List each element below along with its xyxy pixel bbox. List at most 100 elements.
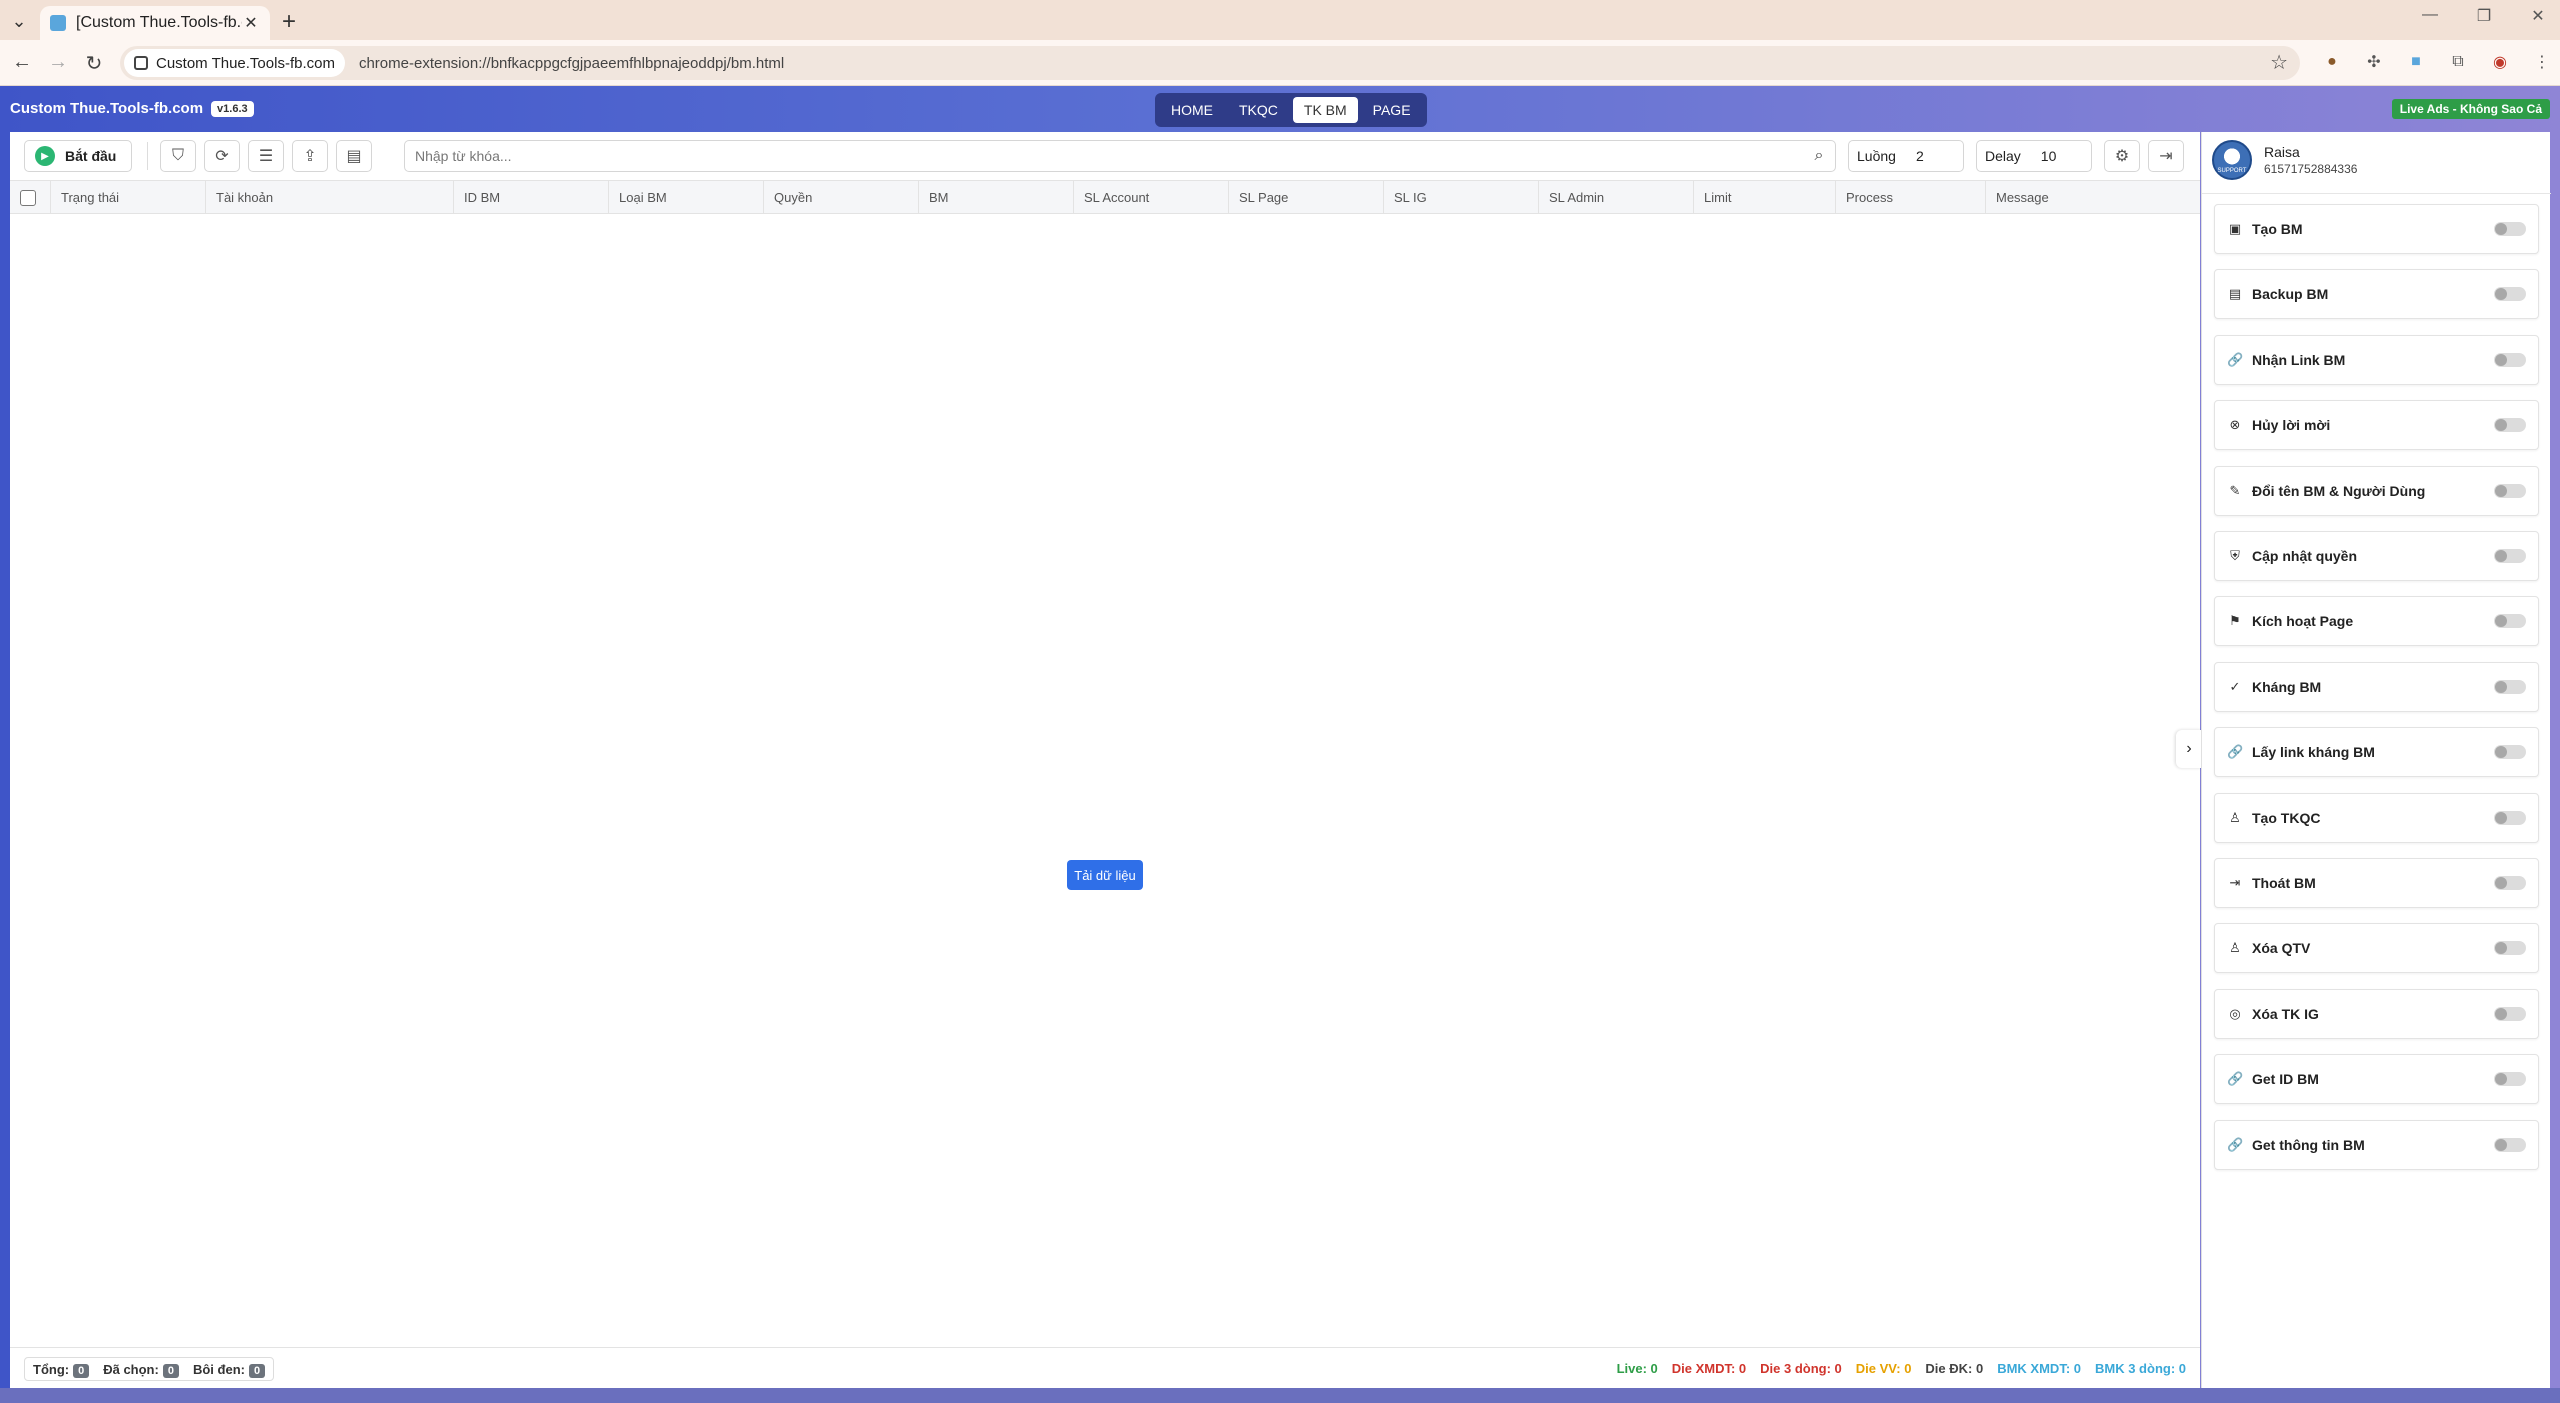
omnibox[interactable]: Custom Thue.Tools-fb.com chrome-extensio… (120, 46, 2300, 80)
feature-label: Lấy link kháng BM (2252, 744, 2375, 761)
feature-toggle[interactable] (2494, 876, 2526, 890)
link-icon: 🔗 (2227, 1136, 2244, 1152)
bookmark-star-icon[interactable]: ☆ (2270, 50, 2288, 75)
app-extension-icon[interactable]: ■ (2406, 52, 2426, 72)
nav-tab-tk-bm[interactable]: TK BM (1292, 97, 1358, 123)
threads-value[interactable]: 2 (1916, 148, 1924, 164)
feature-item[interactable]: ♙ Xóa QTV (2214, 923, 2539, 974)
feature-item[interactable]: ⚑ Kích hoạt Page (2214, 596, 2539, 647)
feature-toggle[interactable] (2494, 679, 2526, 694)
feature-item[interactable]: ▣ Tạo BM (2214, 204, 2539, 254)
feature-item[interactable]: ⇥ Thoát BM (2214, 858, 2539, 908)
select-all-checkbox[interactable] (20, 190, 36, 206)
browser-tab[interactable]: [Custom Thue.Tools-fb.com] Q ✕ (40, 6, 270, 40)
browser-menu-icon[interactable]: ⋮ (2532, 52, 2552, 72)
profile-icon[interactable]: ◉ (2490, 52, 2510, 72)
feature-toggle[interactable] (2494, 418, 2526, 433)
layout-button[interactable]: ▤ (336, 140, 372, 172)
start-button[interactable]: ▶ Bắt đầu (24, 140, 132, 172)
feature-toggle[interactable] (2494, 614, 2526, 629)
feature-toggle[interactable] (2494, 1072, 2526, 1087)
forward-icon[interactable]: → (46, 51, 70, 74)
feature-item[interactable]: 🔗 Get thông tin BM (2214, 1119, 2539, 1170)
tab-search-icon[interactable]: ⌄ (8, 10, 30, 32)
feature-item[interactable]: ⛨ Cập nhật quyền (2214, 531, 2539, 581)
feature-toggle[interactable] (2494, 941, 2526, 956)
column-header[interactable]: SL Account (1073, 181, 1228, 213)
feature-item[interactable]: ⊗ Hủy lời mời (2214, 400, 2539, 451)
feature-item[interactable]: ✎ Đổi tên BM & Người Dùng (2214, 465, 2539, 516)
restore-icon[interactable]: ❐ (2472, 6, 2496, 26)
feature-item[interactable]: ◎ Xóa TK IG (2214, 988, 2539, 1039)
column-header[interactable]: Limit (1693, 181, 1835, 213)
column-header[interactable]: SL IG (1383, 181, 1538, 213)
play-icon: ▶ (35, 146, 55, 166)
column-header[interactable]: Process (1835, 181, 1985, 213)
search-box: ⌕ (404, 140, 1836, 172)
delay-field[interactable]: Delay 10 (1976, 140, 2092, 172)
site-chip[interactable]: Custom Thue.Tools-fb.com (124, 49, 345, 77)
column-header[interactable]: SL Page (1228, 181, 1383, 213)
feature-toggle[interactable] (2494, 549, 2526, 563)
reload-icon[interactable]: ↻ (82, 51, 106, 76)
feature-item[interactable]: 🔗 Get ID BM (2214, 1054, 2539, 1105)
feature-toggle[interactable] (2494, 745, 2526, 760)
sort-button[interactable]: ☰ (248, 140, 284, 172)
puzzle-extension-icon[interactable]: ✣ (2364, 52, 2384, 72)
search-icon[interactable]: ⌕ (1803, 147, 1835, 165)
nav-tab-home[interactable]: HOME (1160, 97, 1224, 123)
new-tab-icon[interactable]: + (282, 8, 296, 36)
settings-button[interactable]: ⚙ (2104, 140, 2140, 172)
feature-toggle[interactable] (2494, 1006, 2526, 1021)
feature-toggle[interactable] (2494, 352, 2526, 367)
column-header[interactable]: Quyền (763, 181, 918, 213)
status-stat: Die VV: 0 (1855, 1361, 1912, 1376)
nav-tab-tkqc[interactable]: TKQC (1228, 97, 1289, 123)
column-header[interactable]: Message (1985, 181, 2200, 213)
url-text[interactable]: chrome-extension://bnfkacppgcfgjpaeemfhl… (359, 55, 784, 72)
feature-toggle[interactable] (2494, 810, 2526, 825)
column-header[interactable]: Trạng thái (50, 181, 196, 213)
site-chip-label: Custom Thue.Tools-fb.com (156, 54, 335, 72)
briefcase-icon: ▣ (2228, 221, 2242, 236)
avatar: SUPPORT (2212, 140, 2252, 180)
feature-toggle[interactable] (2494, 1137, 2526, 1152)
column-header[interactable]: BM (918, 181, 1073, 213)
feature-toggle[interactable] (2494, 483, 2526, 498)
column-header[interactable]: ID BM (453, 181, 608, 213)
feature-item[interactable]: 🔗 Lấy link kháng BM (2214, 727, 2539, 778)
feature-toggle[interactable] (2494, 287, 2526, 302)
logout-icon: ⇥ (2159, 148, 2173, 165)
feature-item[interactable]: 🔗 Nhận Link BM (2214, 334, 2539, 385)
logout-button[interactable]: ⇥ (2148, 140, 2184, 172)
threads-field[interactable]: Luồng 2 (1848, 140, 1964, 172)
minimize-icon[interactable]: — (2418, 6, 2442, 26)
cookie-extension-icon[interactable]: ● (2322, 52, 2342, 72)
feature-item[interactable]: ✓ Kháng BM (2214, 661, 2539, 712)
export-button[interactable]: ⇪ (292, 140, 328, 172)
profile-id: 61571752884336 (2264, 162, 2358, 176)
close-window-icon[interactable]: ✕ (2526, 6, 2550, 26)
delay-value[interactable]: 10 (2041, 148, 2057, 164)
feature-item[interactable]: ▤ Backup BM (2214, 269, 2539, 320)
extensions-menu-icon[interactable]: ⧉ (2448, 52, 2468, 72)
browser-tabbar: ⌄ [Custom Thue.Tools-fb.com] Q ✕ + — ❐ ✕ (0, 0, 2560, 40)
close-tab-icon[interactable]: ✕ (242, 13, 260, 33)
column-header[interactable]: Loại BM (608, 181, 763, 213)
collapse-panel-button[interactable]: › (2176, 730, 2202, 768)
feature-item[interactable]: ♙ Tạo TKQC (2214, 792, 2539, 843)
back-icon[interactable]: ← (10, 51, 34, 74)
load-data-button[interactable]: Tải dữ liệu (1067, 860, 1143, 890)
link-icon: 🔗 (2227, 1071, 2244, 1087)
filter-icon: ⛉ (171, 147, 184, 164)
live-ads-badge[interactable]: Live Ads - Không Sao Cả (2391, 99, 2550, 119)
favicon-icon (50, 15, 66, 31)
filter-button[interactable]: ⛉ (160, 140, 196, 172)
refresh-button[interactable]: ⟳ (204, 140, 240, 172)
column-header[interactable]: SL Admin (1538, 181, 1693, 213)
feature-toggle[interactable] (2494, 222, 2526, 236)
status-stat: Die 3 dòng: 0 (1760, 1361, 1842, 1376)
column-header[interactable]: Tài khoản (205, 181, 453, 213)
nav-tab-page[interactable]: PAGE (1362, 97, 1422, 123)
search-input[interactable] (415, 142, 1803, 170)
